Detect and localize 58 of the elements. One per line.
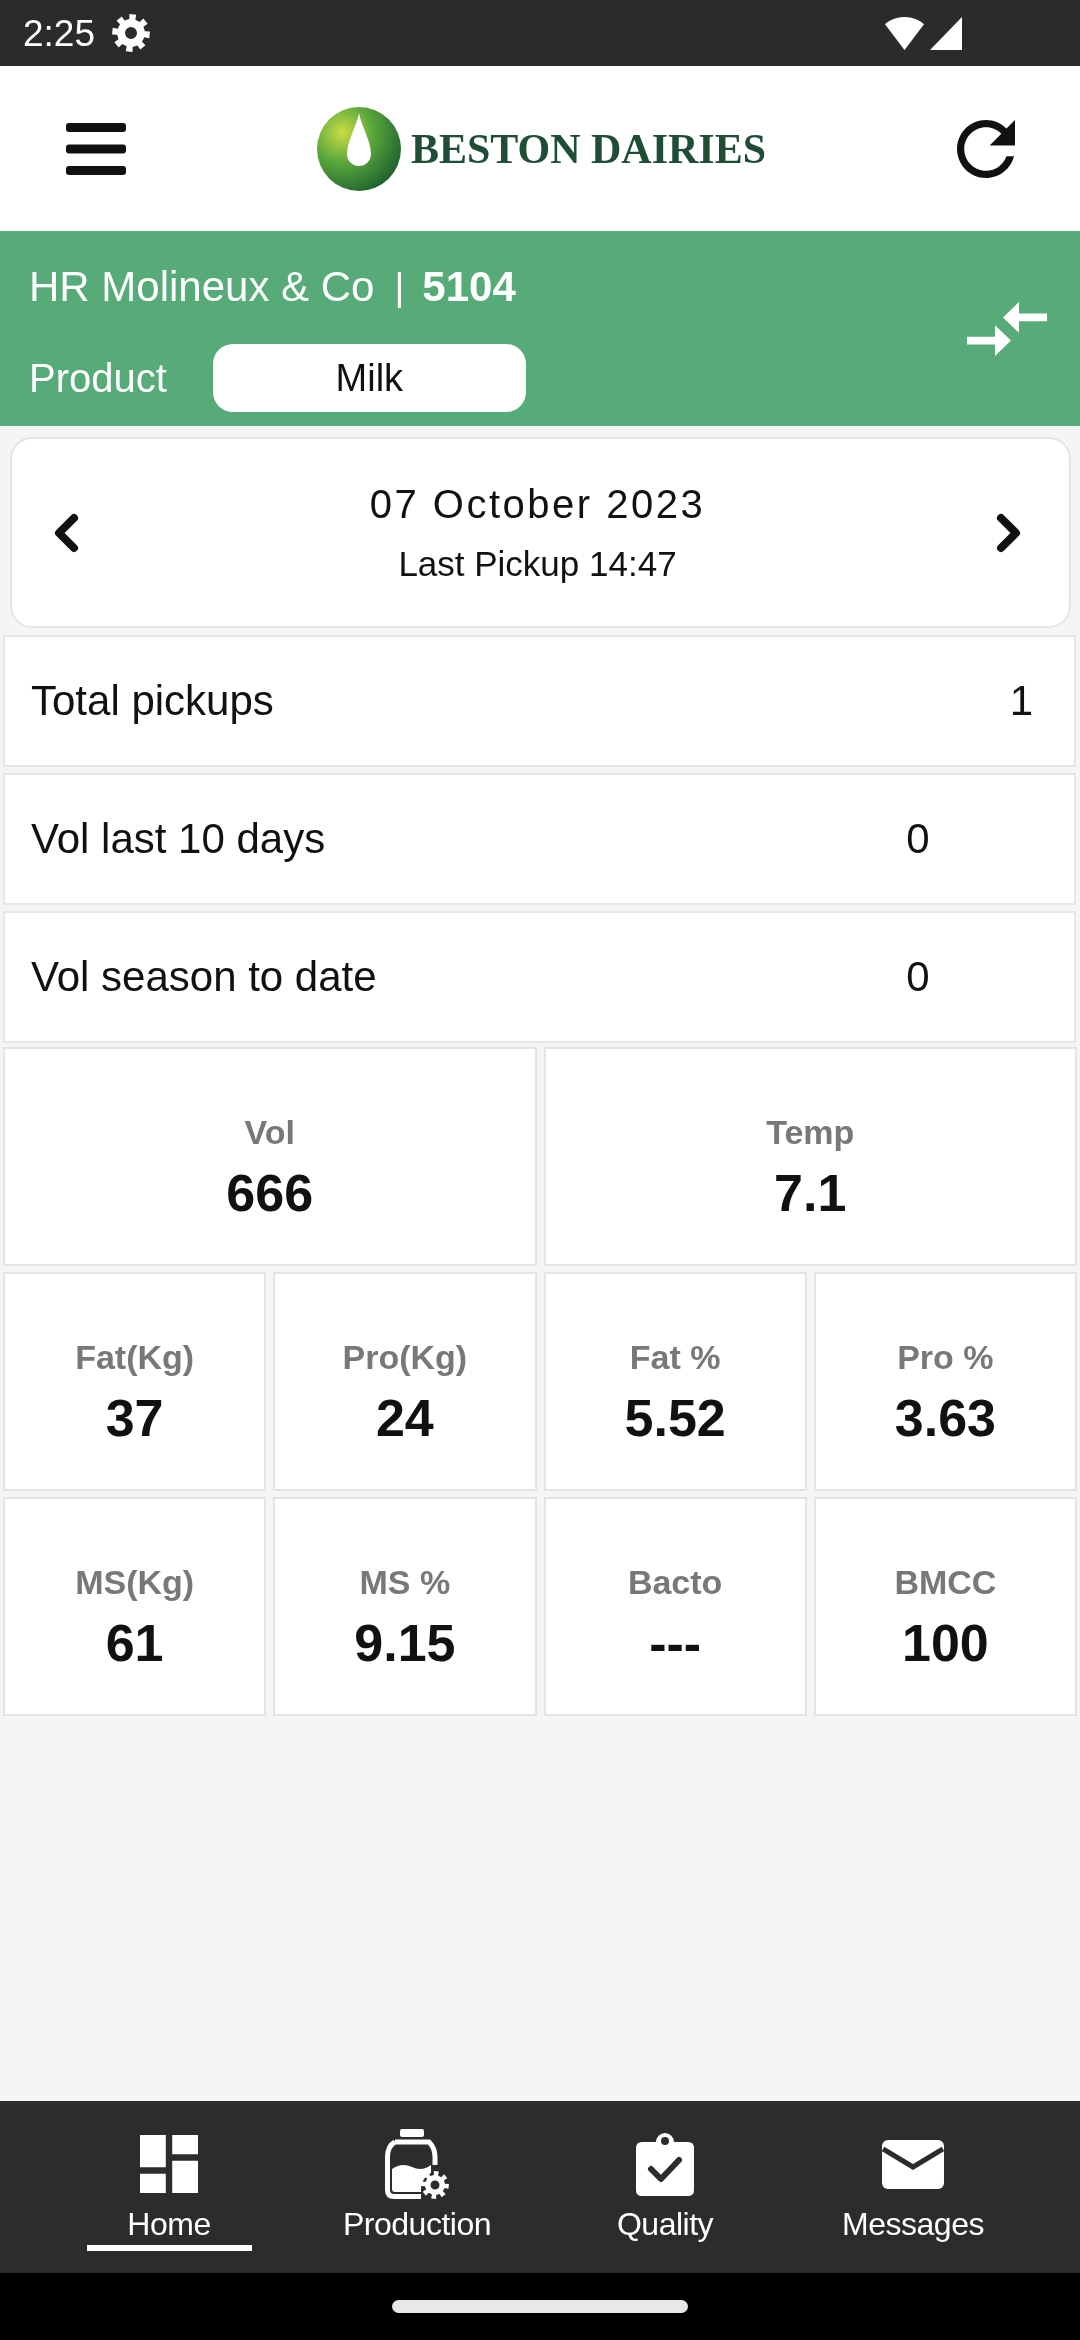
stat-label: Fat % xyxy=(629,1336,721,1377)
menu-icon xyxy=(66,122,126,175)
stat-value: 666 xyxy=(226,1163,314,1222)
stat-value: 100 xyxy=(902,1613,989,1672)
envelope-icon xyxy=(882,2139,944,2189)
stat-label: MS(Kg) xyxy=(75,1561,195,1602)
stat-label: Pro % xyxy=(897,1336,994,1377)
stat-value: 3.63 xyxy=(894,1388,996,1447)
nav-tab[interactable]: Production xyxy=(334,2128,500,2251)
row-label: Vol last 10 days xyxy=(31,815,326,863)
row-value: 0 xyxy=(906,953,930,1001)
row-value: 1 xyxy=(1009,677,1033,725)
row-label: Total pickups xyxy=(31,677,274,725)
separator: | xyxy=(394,265,405,309)
gesture-handle[interactable] xyxy=(392,2300,688,2313)
brand-name: BESTON DAIRIES xyxy=(410,127,767,170)
chevron-left-icon xyxy=(52,512,80,553)
switch-supplier-button[interactable] xyxy=(967,301,1047,356)
stat-label: BMCC xyxy=(894,1561,997,1602)
chevron-right-icon xyxy=(995,512,1023,553)
stat-value: --- xyxy=(649,1613,702,1672)
stat-label: Vol xyxy=(244,1111,295,1152)
next-day-button[interactable] xyxy=(995,512,1023,553)
stat-value: 9.15 xyxy=(354,1613,456,1672)
stat-value: 7.1 xyxy=(774,1163,847,1222)
dashboard-icon xyxy=(140,2135,198,2193)
row-label: Vol season to date xyxy=(31,953,377,1001)
row-value: 0 xyxy=(906,815,930,863)
stat-value: 24 xyxy=(375,1388,434,1447)
date-text: 07 October 2023 xyxy=(369,481,706,527)
product-label: Product xyxy=(29,355,167,401)
gear-icon xyxy=(112,14,150,52)
stat-label: Temp xyxy=(766,1111,855,1152)
stat-value: 37 xyxy=(105,1388,164,1447)
stat-label: Bacto xyxy=(627,1561,723,1602)
signal-icon xyxy=(930,16,962,50)
menu-button[interactable] xyxy=(66,122,126,175)
stat-label: Fat(Kg) xyxy=(75,1336,195,1377)
swap-arrows-icon xyxy=(967,301,1047,356)
clipboard-check-icon xyxy=(636,2132,694,2196)
supplier-number: 5104 xyxy=(422,263,516,311)
supplier-name: HR Molineux & Co xyxy=(29,263,375,311)
jar-gear-icon xyxy=(385,2129,449,2199)
nav-tab[interactable]: Messages xyxy=(830,2128,996,2251)
stat-value: 5.52 xyxy=(624,1388,726,1447)
product-selector[interactable]: Milk xyxy=(212,344,526,412)
status-time: 2:25 xyxy=(23,14,95,52)
refresh-button[interactable] xyxy=(957,119,1015,178)
last-pickup-text: Last Pickup 14:47 xyxy=(398,544,677,584)
wifi-icon xyxy=(885,16,924,50)
refresh-icon xyxy=(957,119,1015,178)
drop-logo-icon xyxy=(316,106,401,191)
stat-label: Pro(Kg) xyxy=(342,1336,468,1377)
stat-label: MS % xyxy=(359,1561,451,1602)
nav-tab[interactable]: Home xyxy=(86,2128,252,2251)
nav-tab[interactable]: Quality xyxy=(582,2128,748,2251)
previous-day-button[interactable] xyxy=(52,512,80,553)
stat-value: 61 xyxy=(105,1613,164,1672)
